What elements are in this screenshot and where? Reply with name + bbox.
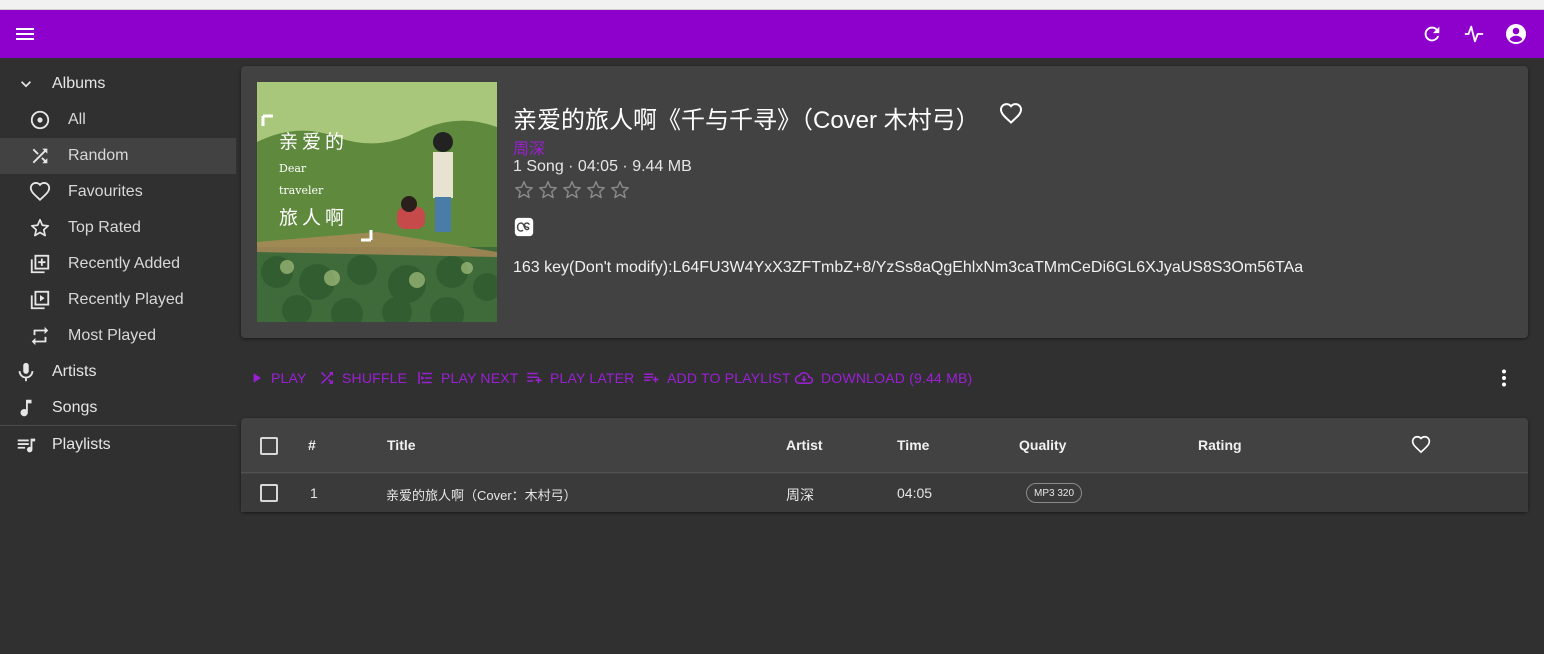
album-cover[interactable]: 亲爱的 Dear traveler 旅人啊 <box>257 82 497 322</box>
library-add-icon <box>28 252 52 276</box>
sidebar-item-label: Artists <box>52 363 97 380</box>
table-row[interactable]: 1 亲爱的旅人啊（Cover：木村弓） 周深 04:05 MP3 320 <box>241 474 1528 512</box>
play-button[interactable]: PLAY <box>249 366 307 390</box>
column-header-rating[interactable]: Rating <box>1198 437 1242 453</box>
queue-music-icon <box>14 433 38 457</box>
queue-play-next-icon <box>418 372 432 384</box>
refresh-icon[interactable] <box>1418 20 1446 48</box>
account-icon[interactable] <box>1502 20 1530 48</box>
repeat-icon <box>28 324 52 348</box>
album-comment: 163 key(Don't modify):L64FU3W4YxX3ZFTmbZ… <box>513 259 1304 276</box>
row-time: 04:05 <box>897 485 933 501</box>
cloud-download-icon <box>794 372 814 385</box>
shuffle-icon <box>321 372 333 384</box>
playlist-add-icon <box>644 373 659 383</box>
cover-text-line4: 旅人啊 <box>279 207 348 229</box>
shuffle-icon <box>28 144 52 168</box>
microphone-icon <box>14 360 38 384</box>
heart-icon[interactable] <box>1411 435 1431 455</box>
column-header-number[interactable]: # <box>308 437 316 453</box>
column-header-artist[interactable]: Artist <box>786 437 823 453</box>
sidebar-item-all[interactable]: All <box>0 102 236 138</box>
download-button[interactable]: DOWNLOAD (9.44 MB) <box>793 366 972 390</box>
heart-icon <box>28 180 52 204</box>
sidebar-item-label: Favourites <box>68 183 143 200</box>
sidebar-item-random[interactable]: Random <box>0 138 236 174</box>
play-later-button[interactable]: PLAY LATER <box>524 366 634 390</box>
album-artist-link[interactable]: 周深 <box>513 135 545 159</box>
sidebar-item-songs[interactable]: Songs <box>0 390 236 426</box>
sidebar-item-label: Playlists <box>52 436 111 453</box>
sidebar-item-playlists[interactable]: Playlists <box>0 427 236 463</box>
sidebar-item-artists[interactable]: Artists <box>0 354 236 390</box>
sidebar-item-favourites[interactable]: Favourites <box>0 174 236 210</box>
column-header-title[interactable]: Title <box>387 437 416 453</box>
cover-text-line3: traveler <box>279 184 324 197</box>
album-icon <box>28 108 52 132</box>
row-artist[interactable]: 周深 <box>786 485 814 505</box>
select-all-checkbox[interactable] <box>260 437 278 455</box>
star-icon[interactable] <box>561 179 583 203</box>
column-header-quality[interactable]: Quality <box>1019 437 1066 453</box>
activity-icon[interactable] <box>1460 20 1488 48</box>
sidebar-item-label: Songs <box>52 399 98 416</box>
lastfm-icon[interactable] <box>513 216 537 240</box>
chevron-down-icon <box>14 72 38 96</box>
sidebar-item-recently-added[interactable]: Recently Added <box>0 246 236 282</box>
album-meta: 1 Song · 04:05 · 9.44 MB <box>513 158 692 175</box>
video-library-icon <box>28 288 52 312</box>
menu-icon[interactable] <box>12 22 38 46</box>
star-icon[interactable] <box>537 179 559 203</box>
row-checkbox[interactable] <box>260 484 278 502</box>
sidebar-item-most-played[interactable]: Most Played <box>0 318 236 354</box>
column-header-time[interactable]: Time <box>897 437 929 453</box>
star-icon <box>28 216 52 240</box>
sidebar-item-label: Recently Played <box>68 291 184 308</box>
sidebar-item-label: Top Rated <box>68 219 141 236</box>
more-vert-icon[interactable] <box>1492 365 1516 391</box>
album-rating[interactable] <box>513 179 631 203</box>
album-info-card: 亲爱的 Dear traveler 旅人啊 亲爱的旅人啊《千与千寻》（Cover… <box>241 66 1528 338</box>
playlist-add-later-icon <box>527 372 542 384</box>
star-icon[interactable] <box>513 179 535 203</box>
sidebar-divider <box>0 425 236 426</box>
sidebar-item-recently-played[interactable]: Recently Played <box>0 282 236 318</box>
sidebar-item-top-rated[interactable]: Top Rated <box>0 210 236 246</box>
sidebar-item-label: All <box>68 111 86 128</box>
album-actions-toolbar: PLAY SHUFFLE PLAY NEXT PLAY LATER ADD TO… <box>241 362 1528 394</box>
sidebar: Albums All Random Favourites Top Rated R… <box>0 58 236 654</box>
browser-bookmarks-strip <box>0 0 1544 10</box>
play-icon <box>253 373 261 383</box>
cover-text-line1: 亲爱的 <box>279 131 348 153</box>
sidebar-item-label: Most Played <box>68 327 157 344</box>
cover-text-line2: Dear <box>279 162 307 175</box>
app-bar <box>0 10 1544 58</box>
album-title: 亲爱的旅人啊《千与千寻》（Cover 木村弓） <box>513 107 980 134</box>
quality-chip: MP3 320 <box>1026 483 1083 503</box>
star-icon[interactable] <box>609 179 631 203</box>
row-title: 亲爱的旅人啊（Cover：木村弓） <box>386 488 577 503</box>
shuffle-button[interactable]: SHUFFLE <box>318 366 407 390</box>
sidebar-item-label: Albums <box>52 75 106 92</box>
add-to-playlist-button[interactable]: ADD TO PLAYLIST <box>641 366 791 390</box>
sidebar-item-label: Random <box>68 147 129 164</box>
play-next-button[interactable]: PLAY NEXT <box>415 366 519 390</box>
sidebar-item-albums[interactable]: Albums <box>0 66 236 102</box>
sidebar-item-label: Recently Added <box>68 255 181 272</box>
music-note-icon <box>14 396 38 420</box>
favourite-heart-icon[interactable] <box>999 102 1025 128</box>
star-icon[interactable] <box>585 179 607 203</box>
row-number: 1 <box>310 485 318 501</box>
songs-table: # Title Artist Time Quality Rating 1 亲爱的… <box>241 418 1528 512</box>
table-header: # Title Artist Time Quality Rating <box>241 418 1528 473</box>
